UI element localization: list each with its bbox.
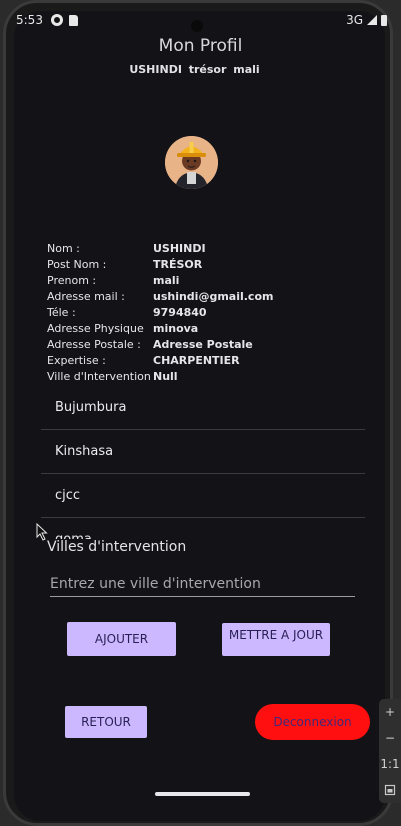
profile-row-value: 9794840 — [153, 306, 207, 319]
avatar — [165, 136, 218, 189]
gesture-nav-bar[interactable] — [155, 792, 250, 796]
profile-row-value: mali — [153, 274, 180, 287]
profile-row-label: Téle : — [47, 306, 76, 319]
profile-row-label: Prenom : — [47, 274, 97, 287]
profile-row-label: Expertise : — [47, 354, 106, 367]
profile-row-label: Adresse Physique — [47, 322, 144, 335]
back-button[interactable]: RETOUR — [65, 706, 147, 738]
profile-row-value: Null — [153, 370, 178, 383]
profile-row-value: minova — [153, 322, 199, 335]
signal-icon — [367, 15, 377, 25]
profile-row-value: USHINDI — [153, 242, 206, 255]
front-camera — [191, 20, 203, 32]
profile-row-value: TRÉSOR — [153, 258, 203, 271]
status-right-group: 3G — [346, 13, 387, 27]
city-list-item[interactable]: cjcc — [41, 474, 365, 518]
profile-row-value: Adresse Postale — [153, 338, 253, 351]
city-input[interactable] — [50, 573, 355, 595]
profile-row-label: Ville d'Intervention — [47, 370, 151, 383]
network-type: 3G — [346, 13, 363, 27]
settings-icon — [50, 14, 63, 26]
zoom-in-button[interactable]: + — [379, 699, 401, 725]
profile-row-value: CHARPENTIER — [153, 354, 240, 367]
worker-avatar-icon — [165, 136, 218, 189]
logout-button[interactable]: Deconnexion — [255, 704, 370, 740]
profile-row-value: ushindi@gmail.com — [153, 290, 274, 303]
interventions-section-title: Villes d'intervention — [47, 539, 193, 555]
battery-icon — [381, 14, 387, 26]
screenshot-button[interactable] — [379, 777, 401, 803]
cities-list[interactable]: BujumburaKinshasacjccgoma — [41, 386, 365, 539]
sd-card-icon — [68, 14, 78, 26]
page-title: Mon Profil — [158, 36, 243, 56]
emulator-zoom-panel: + − 1:1 — [379, 699, 401, 803]
add-city-button[interactable]: AJOUTER — [67, 622, 176, 656]
crop-icon — [384, 784, 396, 796]
city-list-item[interactable]: goma — [41, 518, 365, 539]
city-input-field[interactable] — [50, 573, 355, 597]
profile-row-label: Nom : — [47, 242, 80, 255]
city-list-item[interactable]: Kinshasa — [41, 430, 365, 474]
profile-row-label: Post Nom : — [47, 258, 107, 271]
city-list-item[interactable]: Bujumbura — [41, 386, 365, 430]
zoom-out-button[interactable]: − — [379, 725, 401, 751]
update-button[interactable]: METTRE A JOUR — [222, 623, 330, 656]
zoom-reset-button[interactable]: 1:1 — [379, 751, 401, 777]
profile-row-label: Adresse Postale : — [47, 338, 141, 351]
profile-full-name: USHINDI trésor mali — [129, 63, 260, 76]
status-time: 5:53 — [16, 13, 43, 27]
profile-row-label: Adresse mail : — [47, 290, 125, 303]
